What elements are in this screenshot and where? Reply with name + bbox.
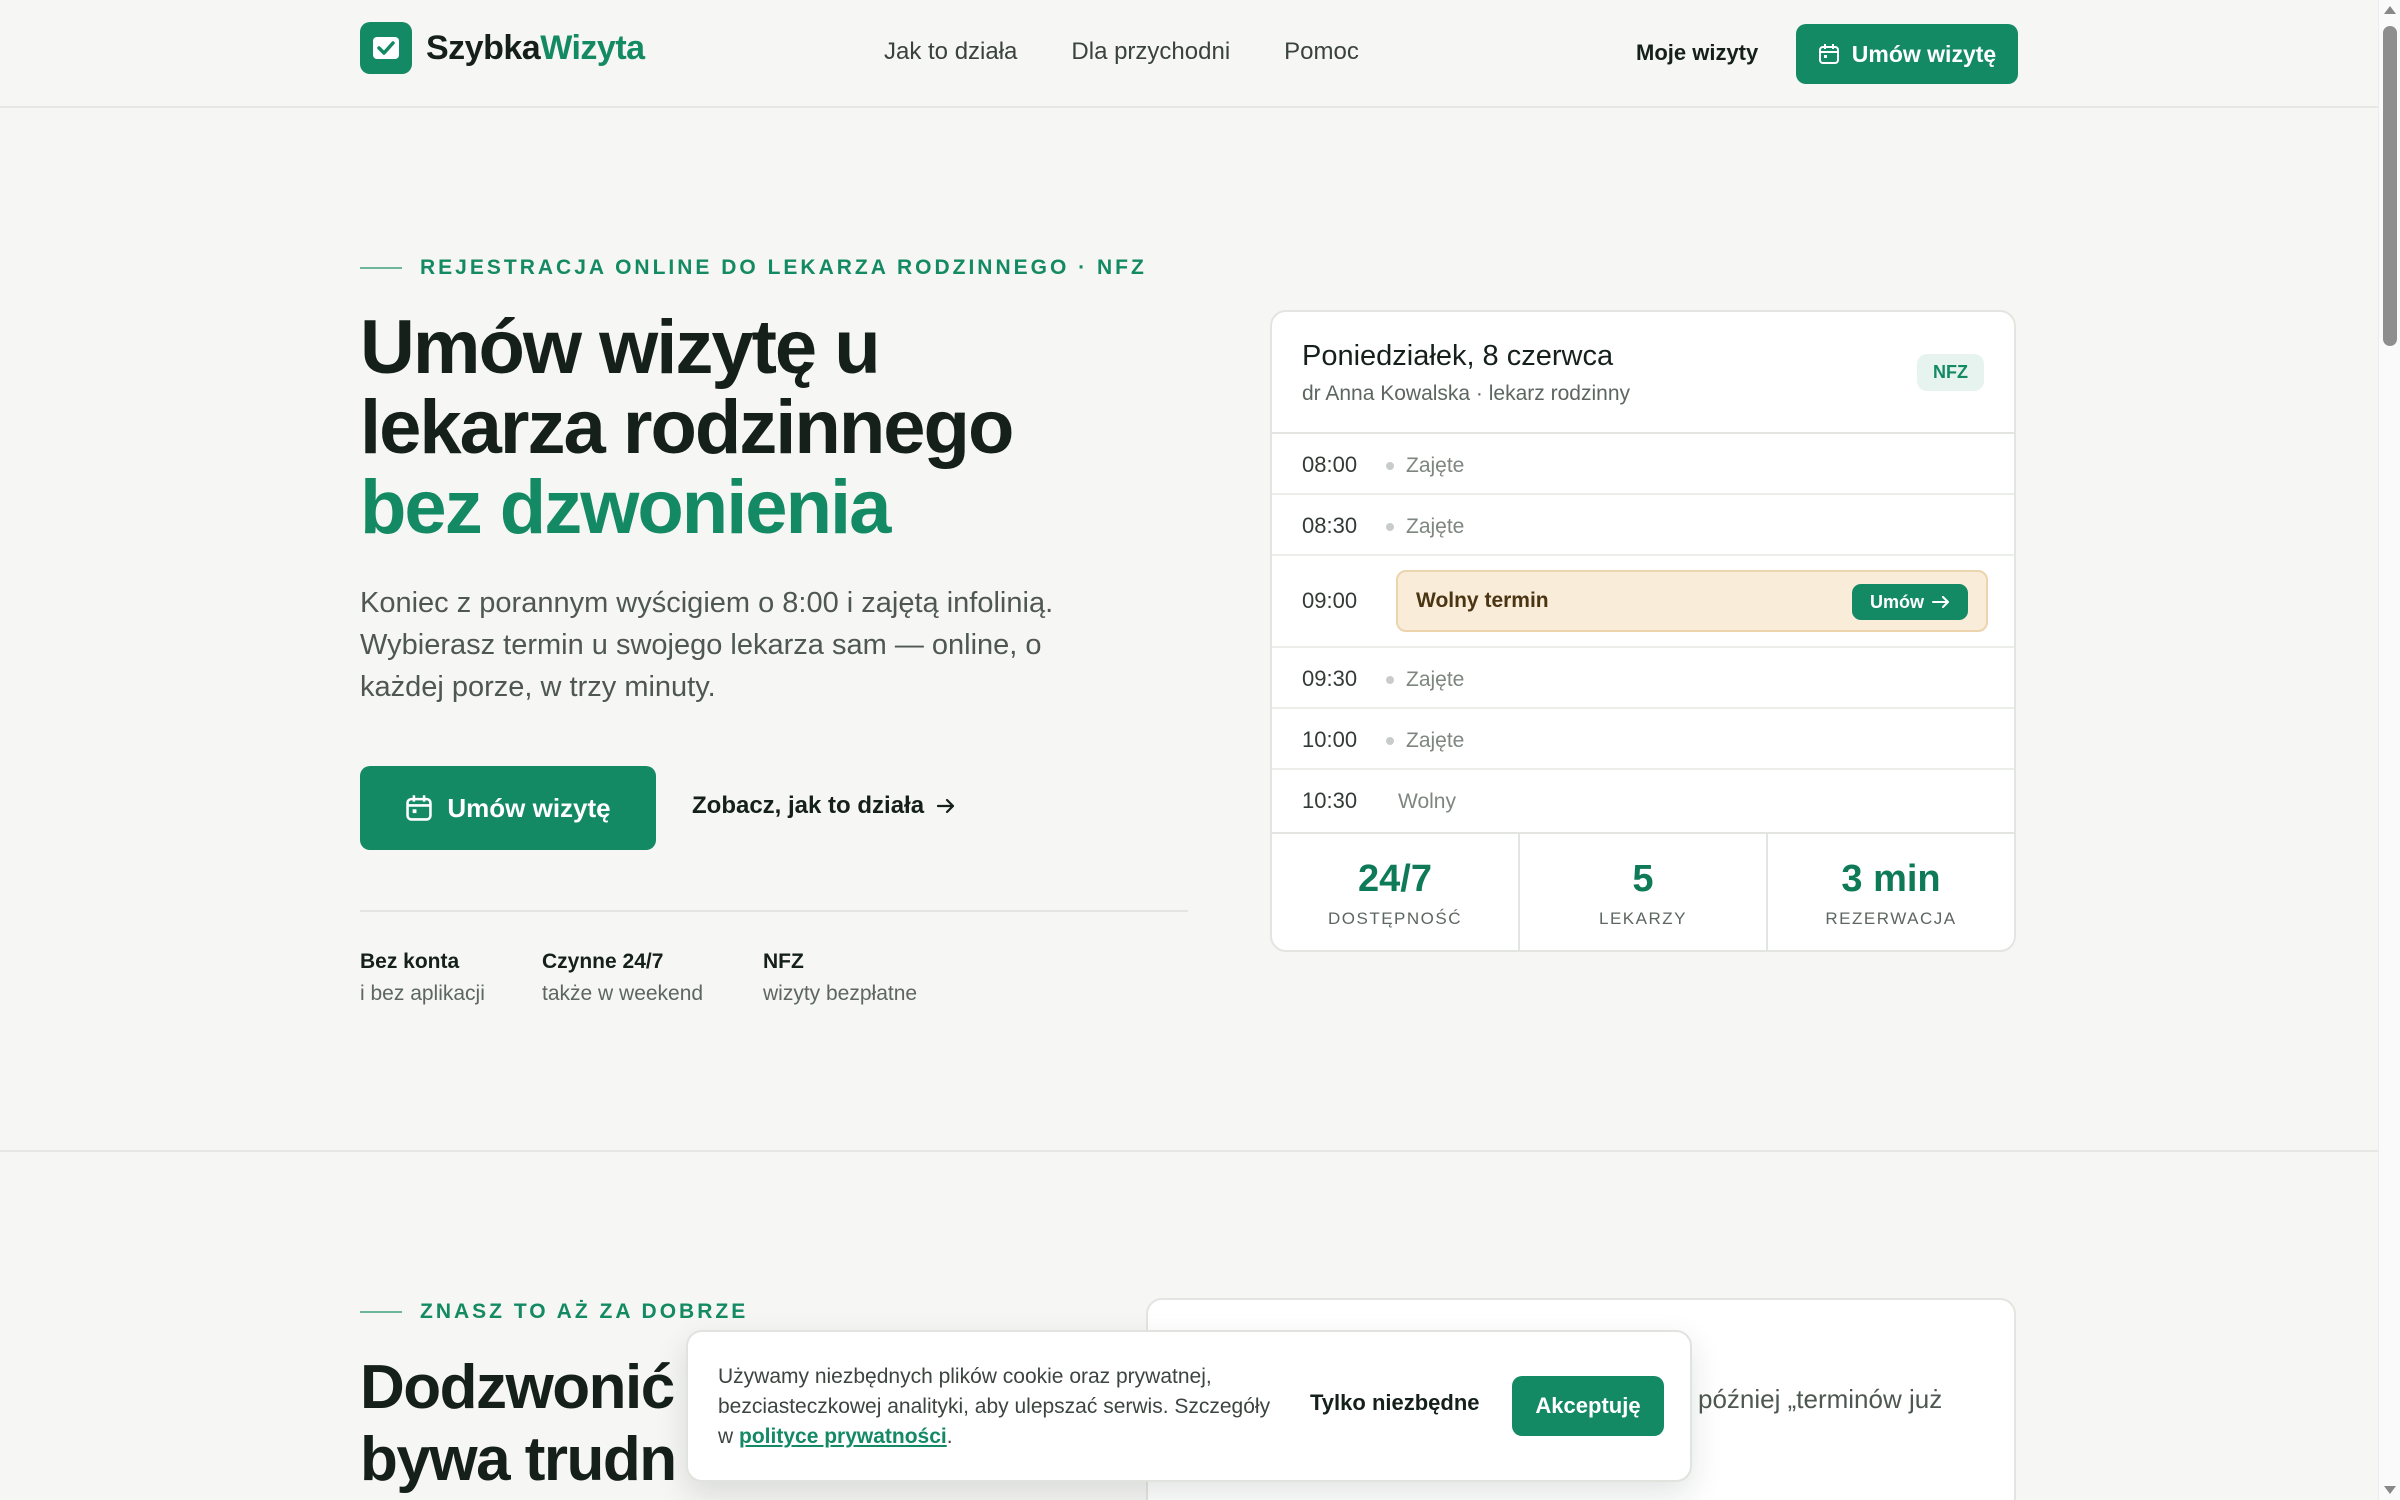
scrollbar-thumb[interactable] bbox=[2383, 26, 2397, 346]
slot-time: 10:30 bbox=[1302, 788, 1358, 813]
feature-no-account: Bez konta i bez aplikacji bbox=[360, 950, 485, 1006]
stat-label: REZERWACJA bbox=[1825, 909, 1957, 928]
arrow-right-icon bbox=[1932, 596, 1949, 608]
section2-eyebrow: ZNASZ TO AŻ ZA DOBRZE bbox=[360, 1300, 748, 1324]
stat-label: LEKARZY bbox=[1599, 909, 1687, 928]
slot-status-text: Zajęte bbox=[1406, 668, 1465, 691]
feature-24-7: Czynne 24/7 także w weekend bbox=[542, 950, 703, 1006]
schedule-day: Poniedziałek, 8 czerwca bbox=[1302, 340, 1614, 372]
stat-label: DOSTĘPNOŚĆ bbox=[1327, 909, 1463, 928]
site-header: SzybkaWizyta Jak to działa Dla przychodn… bbox=[0, 0, 2378, 108]
calendar-check-icon bbox=[360, 22, 412, 74]
hero-lead: Koniec z porannym wyścigiem o 8:00 i zaj… bbox=[360, 587, 1054, 703]
slot-status: Zajęte bbox=[1386, 454, 1464, 478]
slot-status-text: Zajęte bbox=[1406, 515, 1465, 538]
arrow-right-icon bbox=[936, 798, 955, 814]
slot-status: Zajęte bbox=[1386, 515, 1464, 539]
calendar-icon bbox=[1818, 44, 1839, 64]
slot-time: 09:00 bbox=[1302, 588, 1358, 613]
section2-eyebrow-text: ZNASZ TO AŻ ZA DOBRZE bbox=[420, 1300, 749, 1323]
page-scrollbar[interactable] bbox=[2378, 0, 2400, 1500]
see-how-it-works-link[interactable]: Zobacz, jak to działa bbox=[692, 792, 956, 820]
stat-availability: 24/7 DOSTĘPNOŚĆ bbox=[1272, 834, 1520, 950]
nav-help[interactable]: Pomoc bbox=[1284, 38, 1359, 66]
section2-card-text: później „terminów już bbox=[1698, 1384, 1943, 1414]
feature-title: Czynne 24/7 bbox=[542, 950, 664, 973]
feature-nfz: NFZ wizyty bezpłatne bbox=[763, 950, 917, 1006]
logo-text: SzybkaWizyta bbox=[426, 28, 645, 67]
section2-title-line1: Dodzwonić bbox=[360, 1353, 675, 1422]
hero-eyebrow: REJESTRACJA ONLINE DO LEKARZA RODZINNEGO… bbox=[360, 256, 1147, 280]
calendar-icon bbox=[406, 795, 433, 821]
feature-title: NFZ bbox=[763, 950, 804, 973]
scroll-down-arrow-icon[interactable] bbox=[2384, 1486, 2396, 1494]
stat-doctors: 5 LEKARZY bbox=[1520, 834, 1768, 950]
cookie-text: Używamy niezbędnych plików cookie oraz p… bbox=[718, 1362, 1288, 1452]
time-slot: 08:30 Zajęte bbox=[1272, 495, 2014, 556]
section2-title-line2: bywa trudn bbox=[360, 1425, 677, 1494]
slot-status-text: Zajęte bbox=[1406, 729, 1465, 752]
hero-divider bbox=[360, 910, 1188, 912]
nav-for-clinics[interactable]: Dla przychodni bbox=[1071, 38, 1230, 66]
section2-title: Dodzwonić bywa trudn bbox=[360, 1352, 677, 1496]
status-dot-icon bbox=[1386, 676, 1394, 684]
time-slot: 09:30 Zajęte bbox=[1272, 648, 2014, 709]
eyebrow-rule bbox=[360, 267, 402, 269]
slot-status-text: Zajęte bbox=[1406, 454, 1465, 477]
slot-time: 09:30 bbox=[1302, 666, 1358, 691]
slot-book-label: Umów bbox=[1870, 591, 1924, 612]
hero-title-line2: lekarza rodzinnego bbox=[360, 385, 1014, 470]
schedule-stats: 24/7 DOSTĘPNOŚĆ 5 LEKARZY 3 min REZERWAC… bbox=[1272, 832, 2014, 950]
time-slot-free: 09:00 Wolny termin Umów bbox=[1272, 556, 2014, 648]
slot-time: 08:00 bbox=[1302, 452, 1358, 477]
status-dot-icon bbox=[1386, 523, 1394, 531]
schedule-doctor: dr Anna Kowalska · lekarz rodzinny bbox=[1302, 382, 1630, 405]
accept-cookies-button[interactable]: Akceptuję bbox=[1512, 1376, 1664, 1436]
my-visits-link[interactable]: Moje wizyty bbox=[1636, 40, 1758, 66]
stat-booking-time: 3 min REZERWACJA bbox=[1768, 834, 2014, 950]
feature-subtitle: wizyty bezpłatne bbox=[763, 982, 918, 1005]
time-slot: 10:30 Wolny bbox=[1272, 770, 2014, 831]
nav-how-it-works[interactable]: Jak to działa bbox=[884, 38, 1017, 66]
hero-book-button[interactable]: Umów wizytę bbox=[360, 766, 656, 850]
scroll-up-arrow-icon[interactable] bbox=[2384, 6, 2396, 14]
hero-eyebrow-text: REJESTRACJA ONLINE DO LEKARZA RODZINNEGO… bbox=[420, 256, 1147, 279]
slot-status: Zajęte bbox=[1386, 668, 1464, 692]
slot-book-button[interactable]: Umów bbox=[1852, 584, 1968, 620]
hero-book-label: Umów wizytę bbox=[447, 792, 611, 823]
main-nav: Jak to działa Dla przychodni Pomoc bbox=[884, 38, 1359, 66]
schedule-card-header: Poniedziałek, 8 czerwca dr Anna Kowalska… bbox=[1272, 312, 2014, 434]
slot-time: 08:30 bbox=[1302, 513, 1358, 538]
slot-status-text: Wolny bbox=[1398, 790, 1456, 813]
eyebrow-rule bbox=[360, 1311, 402, 1313]
hero-title-line1: Umów wizytę u bbox=[360, 305, 881, 390]
cookie-banner: Używamy niezbędnych plików cookie oraz p… bbox=[686, 1330, 1692, 1482]
section-divider bbox=[0, 1150, 2378, 1152]
stat-value: 3 min bbox=[1841, 858, 1941, 900]
nfz-badge: NFZ bbox=[1917, 354, 1984, 391]
stat-value: 5 bbox=[1632, 858, 1654, 900]
feature-subtitle: i bez aplikacji bbox=[360, 982, 485, 1005]
hero-title: Umów wizytę u lekarza rodzinnego bez dzw… bbox=[360, 308, 1220, 548]
free-slot-label: Wolny termin bbox=[1416, 589, 1549, 612]
status-dot-icon bbox=[1386, 462, 1394, 470]
schedule-card: Poniedziałek, 8 czerwca dr Anna Kowalska… bbox=[1270, 310, 2016, 952]
status-dot-icon bbox=[1386, 737, 1394, 745]
stat-value: 24/7 bbox=[1358, 858, 1432, 900]
free-slot-box[interactable]: Wolny termin Umów bbox=[1396, 570, 1988, 632]
essential-only-button[interactable]: Tylko niezbędne bbox=[1310, 1390, 1480, 1416]
header-book-label: Umów wizytę bbox=[1851, 40, 1997, 67]
cookie-text-end: . bbox=[946, 1425, 953, 1448]
time-slot: 08:00 Zajęte bbox=[1272, 434, 2014, 495]
see-how-label: Zobacz, jak to działa bbox=[692, 792, 925, 819]
time-slot: 10:00 Zajęte bbox=[1272, 709, 2014, 770]
feature-subtitle: także w weekend bbox=[542, 982, 704, 1005]
slot-status: Zajęte bbox=[1386, 729, 1464, 753]
slot-time: 10:00 bbox=[1302, 727, 1358, 752]
feature-title: Bez konta bbox=[360, 950, 460, 973]
header-book-button[interactable]: Umów wizytę bbox=[1796, 24, 2018, 84]
hero-title-accent: bez dzwonienia bbox=[360, 465, 891, 550]
logo[interactable]: SzybkaWizyta bbox=[360, 22, 645, 74]
privacy-policy-link[interactable]: polityce prywatności bbox=[739, 1425, 947, 1448]
